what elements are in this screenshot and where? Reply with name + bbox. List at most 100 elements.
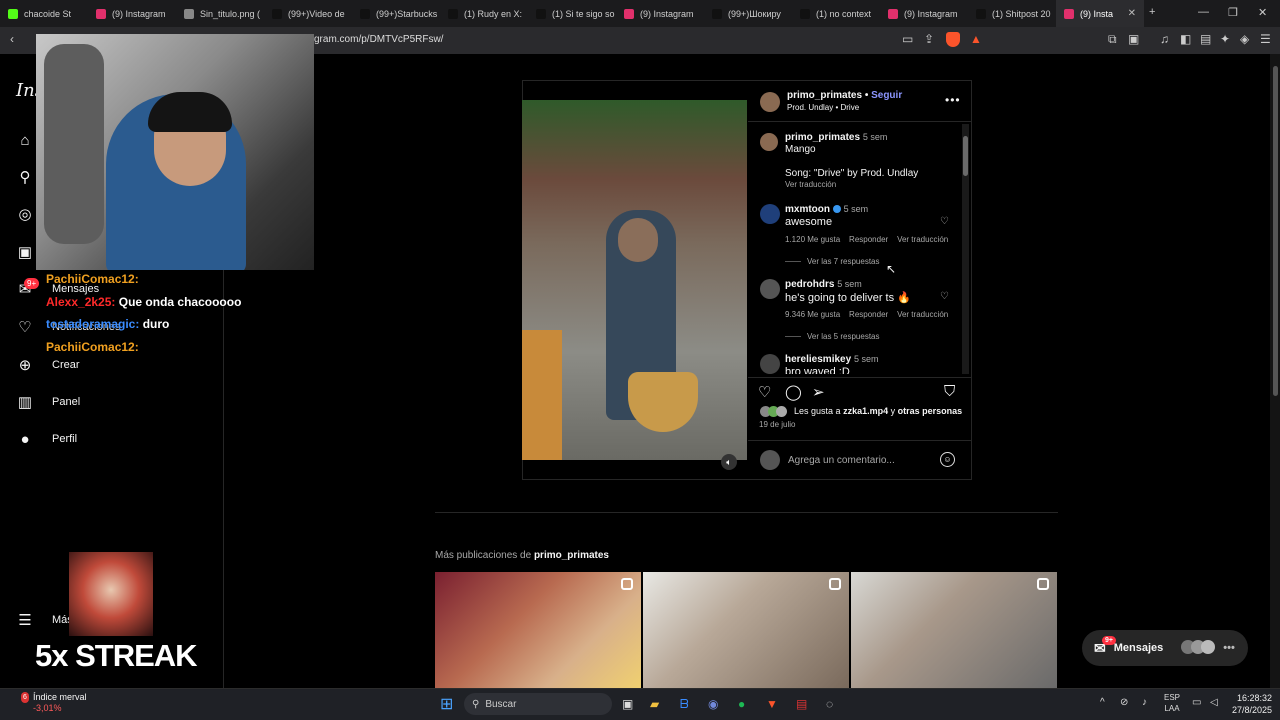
comment-user[interactable]: mxmtoon [785, 204, 830, 215]
post-date[interactable]: 19 de julio [759, 420, 795, 429]
likes-user[interactable]: zzka1.mp4 [843, 406, 888, 416]
share-icon[interactable]: ⇪ [924, 32, 934, 46]
app-taskbar-icon[interactable]: ▤ [796, 697, 807, 711]
caption-translate[interactable]: Ver traducción [785, 180, 836, 189]
spotify-icon[interactable]: ● [738, 697, 745, 711]
market-widget[interactable]: 6 Índice merval -3,01% [14, 692, 87, 714]
system-clock[interactable]: 16:28:32 27/8/2025 [1232, 692, 1272, 716]
network-icon[interactable]: ⊘ [1120, 697, 1128, 708]
media-icon[interactable]: ♫ [1160, 32, 1169, 46]
caption-author[interactable]: primo_primates [785, 132, 860, 143]
post-thumbnail[interactable] [435, 572, 641, 688]
browser-menu-icon[interactable]: ☰ [1260, 32, 1271, 46]
screenshot-icon[interactable]: ▣ [1128, 32, 1139, 46]
sidebar-item-menu[interactable]: ☰ Más [16, 611, 73, 629]
brave-rewards-icon[interactable]: ▲ [970, 32, 982, 46]
sidebar-toggle-icon[interactable]: ◧ [1180, 32, 1191, 46]
browser-tab[interactable]: (1) no context [792, 0, 880, 27]
browser-tab[interactable]: (99+)Video de [264, 0, 352, 27]
browser-tab[interactable]: Sin_titulo.png ( [176, 0, 264, 27]
browser-tab[interactable]: chacoide St [0, 0, 88, 27]
caption-avatar[interactable] [760, 133, 778, 151]
volume-tray-icon[interactable]: ◁ [1210, 697, 1218, 708]
caption-time[interactable]: 5 sem [863, 132, 888, 142]
sidebar-item-search[interactable]: ⚲ [16, 168, 34, 186]
like-icon[interactable]: ♡ [758, 383, 771, 401]
browser-tab[interactable]: (9) Instagram [880, 0, 968, 27]
follow-button[interactable]: Seguir [871, 90, 902, 101]
page-scrollbar[interactable] [1270, 54, 1280, 688]
comment-avatar[interactable] [760, 204, 780, 224]
file-explorer-icon[interactable]: ▰ [650, 697, 659, 711]
comment-avatar[interactable] [760, 279, 780, 299]
translate-button[interactable]: Ver traducción [897, 235, 948, 244]
browser-tab[interactable]: (9) Insta ✕ [1056, 0, 1144, 27]
cast-icon[interactable]: ▭ [902, 32, 913, 46]
comments-scrollbar[interactable] [962, 124, 969, 374]
more-posts-user[interactable]: primo_primates [534, 550, 609, 561]
url-field[interactable]: gram.com/p/DMTVcP5RFsw/ [314, 34, 443, 45]
sidebar-item-dashboard[interactable]: ▥ Panel [16, 393, 80, 411]
messages-pill[interactable]: ✉ 9+ Mensajes ••• [1082, 630, 1248, 666]
sidebar-item-profile[interactable]: ● Perfil [16, 430, 77, 448]
browser-tab[interactable]: (9) Instagram [88, 0, 176, 27]
tray-chevron-icon[interactable]: ^ [1100, 697, 1105, 708]
reply-button[interactable]: Responder [849, 310, 888, 319]
emoji-icon[interactable]: ☺ [940, 452, 955, 467]
bing-icon[interactable]: ᗷ [680, 697, 689, 712]
reply-button[interactable]: Responder [849, 235, 888, 244]
post-author[interactable]: primo_primates [787, 90, 862, 101]
wallet-icon[interactable]: ▤ [1200, 32, 1211, 46]
minimize-icon[interactable]: — [1198, 6, 1209, 18]
post-thumbnail[interactable] [643, 572, 849, 688]
restore-icon[interactable]: ❐ [1228, 6, 1238, 19]
comment-user[interactable]: pedrohdrs [785, 279, 834, 290]
taskbar-search[interactable]: ⚲ Buscar [464, 693, 612, 715]
back-icon[interactable]: ‹ [10, 32, 14, 46]
browser-tab[interactable]: (9) Instagram [616, 0, 704, 27]
comment-time[interactable]: 5 sem [854, 354, 879, 364]
start-icon[interactable]: ⊞ [440, 694, 453, 714]
browser-tab[interactable]: (1) Rudy en X: [440, 0, 528, 27]
language-indicator[interactable]: ESP LAA [1164, 692, 1180, 714]
save-icon[interactable]: ⛉ [944, 383, 955, 400]
translate-button[interactable]: Ver traducción [897, 310, 948, 319]
close-window-icon[interactable]: ✕ [1258, 6, 1267, 19]
new-tab-button[interactable]: + [1149, 6, 1155, 18]
comment-likes[interactable]: 9.346 Me gusta [785, 310, 840, 319]
comment-avatar[interactable] [760, 354, 780, 374]
post-thumbnail[interactable] [851, 572, 1057, 688]
comment-likes[interactable]: 1.120 Me gusta [785, 235, 840, 244]
comment-icon[interactable]: ◯ [785, 383, 802, 401]
share-post-icon[interactable]: ➢ [812, 383, 825, 401]
comment-time[interactable]: 5 sem [844, 204, 869, 214]
browser-tab[interactable]: (1) Si te sigo so [528, 0, 616, 27]
close-tab-icon[interactable]: ✕ [1128, 8, 1136, 19]
sidebar-item-reels[interactable]: ▣ [16, 243, 34, 261]
comment-time[interactable]: 5 sem [837, 279, 862, 289]
brave-shield-icon[interactable] [946, 32, 960, 47]
brave-taskbar-icon[interactable]: ▼ [766, 697, 778, 711]
view-replies-button[interactable]: Ver las 5 respuestas [785, 332, 879, 341]
discord-icon[interactable]: ◉ [708, 697, 718, 711]
likes-others[interactable]: otras personas [898, 406, 963, 416]
author-avatar[interactable] [760, 92, 780, 112]
extensions-icon[interactable]: ⧉ [1108, 32, 1117, 47]
comment-like-icon[interactable]: ♡ [940, 291, 949, 302]
post-video[interactable] [522, 100, 747, 460]
browser-tab[interactable]: (1) Shitpost 20 [968, 0, 1056, 27]
leo-ai-icon[interactable]: ✦ [1220, 32, 1230, 46]
sidebar-item-plus[interactable]: ⊕ Crear [16, 356, 80, 374]
post-audio[interactable]: Prod. Undlay • Drive [787, 103, 859, 112]
browser-tab[interactable]: (99+)Starbucks [352, 0, 440, 27]
mic-icon[interactable]: ♪ [1142, 697, 1147, 708]
view-replies-button[interactable]: Ver las 7 respuestas [785, 257, 879, 266]
volume-icon[interactable]: 🔈︎ [721, 454, 737, 470]
task-view-icon[interactable]: ▣ [622, 697, 633, 711]
comment-input[interactable]: Agrega un comentario... [788, 455, 895, 466]
obs-icon[interactable]: ◌ [826, 697, 833, 711]
comment-like-icon[interactable]: ♡ [940, 216, 949, 227]
sidebar-item-home[interactable]: ⌂ [16, 131, 34, 149]
vpn-icon[interactable]: ◈ [1240, 32, 1249, 46]
browser-tab[interactable]: (99+)Шокиру [704, 0, 792, 27]
